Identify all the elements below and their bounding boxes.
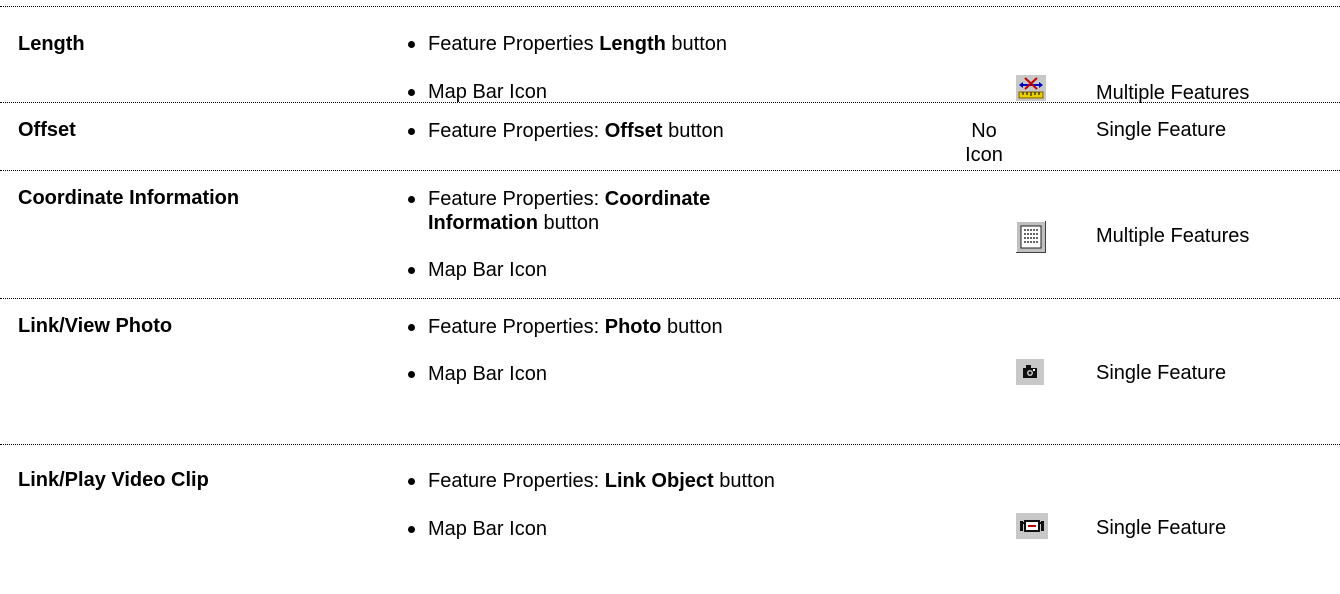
table-row: Offset Feature Properties: Offset button… xyxy=(0,102,1340,171)
bullet-icon xyxy=(408,41,415,48)
bullet-icon xyxy=(408,89,415,96)
button-name: Photo xyxy=(604,316,662,338)
scope-label: Multiple Features xyxy=(1096,225,1250,247)
access-method: Feature Properties: Photo button xyxy=(408,315,723,339)
button-name: Length xyxy=(599,33,666,55)
bullet-icon xyxy=(408,196,415,203)
access-method: Map Bar Icon xyxy=(408,80,547,104)
access-method: Map Bar Icon xyxy=(408,258,547,282)
bullet-icon xyxy=(408,371,415,378)
access-method: Map Bar Icon xyxy=(408,362,547,386)
camera-icon xyxy=(1016,359,1044,391)
bullet-icon xyxy=(408,324,415,331)
access-method: Map Bar Icon xyxy=(408,517,547,541)
feature-name: Link/View Photo xyxy=(18,315,173,337)
table-row: Link/Play Video Clip Feature Properties:… xyxy=(0,444,1340,585)
feature-name: Length xyxy=(18,33,85,55)
feature-name: Link/Play Video Clip xyxy=(18,469,209,491)
button-name: Offset xyxy=(604,120,663,142)
feature-name: Coordinate Information xyxy=(18,187,240,209)
scope-label: Single Feature xyxy=(1096,517,1227,539)
feature-name: Offset xyxy=(18,119,76,141)
no-icon-label: No Icon xyxy=(965,120,1003,166)
button-name: Link Object xyxy=(604,470,714,492)
access-method: Feature Properties: Coordinate Informati… xyxy=(408,187,711,235)
bullet-icon xyxy=(408,128,415,135)
button-name: Coordinate xyxy=(604,188,711,210)
table-row: Link/View Photo Feature Properties: Phot… xyxy=(0,298,1340,445)
access-method: Feature Properties: Link Object button xyxy=(408,469,775,493)
button-name: Information xyxy=(428,212,538,234)
access-method: Feature Properties: Offset button xyxy=(408,119,724,143)
scope-label: Single Feature xyxy=(1096,362,1227,384)
bullet-icon xyxy=(408,526,415,533)
bullet-icon xyxy=(408,478,415,485)
access-method: Feature Properties Length button xyxy=(408,32,727,56)
coordinate-grid-icon xyxy=(1015,220,1047,259)
bullet-icon xyxy=(408,267,415,274)
table-row: Length Feature Properties Length button … xyxy=(0,6,1340,104)
table-row: Coordinate Information Feature Propertie… xyxy=(0,170,1340,299)
video-camera-icon xyxy=(1016,513,1048,545)
scope-label: Single Feature xyxy=(1096,119,1227,141)
